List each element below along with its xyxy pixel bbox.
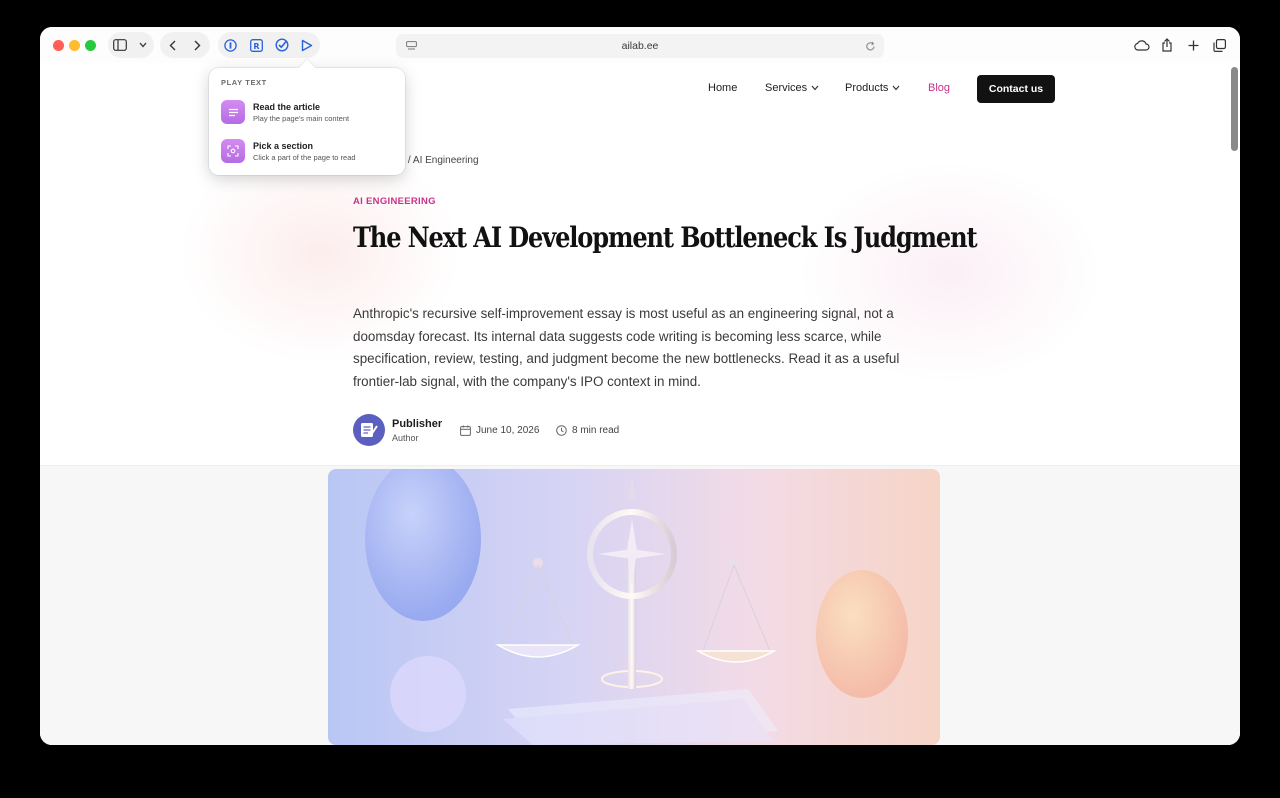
nav-item-home[interactable]: Home: [708, 82, 737, 94]
password-icon[interactable]: [220, 34, 242, 56]
author-name: Publisher: [392, 417, 443, 430]
target-icon: [221, 139, 245, 163]
url-text: ailab.ee: [621, 40, 659, 52]
article-title: The Next AI Development Bottleneck Is Ju…: [353, 221, 978, 254]
breadcrumb[interactable]: og / AI Engineering: [394, 155, 479, 166]
zoom-window-button[interactable]: [85, 40, 96, 51]
scales-of-justice-illustration: [365, 469, 908, 745]
read-time: 8 min read: [556, 425, 619, 436]
option-description: Play the page's main content: [253, 113, 350, 123]
nav-item-products[interactable]: Products: [845, 82, 900, 94]
option-label: Read the article: [253, 101, 321, 112]
navigation-group: [160, 32, 210, 58]
nav-item-blog[interactable]: Blog: [928, 82, 950, 94]
popover-title: PLAY TEXT: [221, 78, 267, 87]
nav-item-services[interactable]: Services: [765, 82, 819, 94]
extensions-group: R: [218, 32, 320, 58]
lines-icon: [221, 100, 245, 124]
tabs-icon[interactable]: [1208, 34, 1230, 56]
sidebar-toggle-group: [108, 32, 154, 58]
author-role: Author: [392, 432, 419, 443]
address-bar[interactable]: ailab.ee: [396, 34, 884, 58]
avatar: [353, 414, 385, 446]
calendar-icon: [460, 425, 471, 436]
hero-image: [328, 469, 940, 745]
option-label: Pick a section: [253, 140, 314, 151]
page-scrollbar[interactable]: [1231, 67, 1238, 151]
toolbar-actions: [1128, 32, 1232, 58]
browser-window: R ailab.ee Home Services Products Blog C…: [40, 27, 1240, 745]
read-time-text: 8 min read: [572, 425, 620, 436]
chevron-down-icon: [811, 85, 819, 91]
author-block[interactable]: Publisher Author: [353, 414, 442, 446]
plus-icon[interactable]: [1182, 34, 1204, 56]
back-icon[interactable]: [162, 34, 184, 56]
reader-icon[interactable]: R: [245, 34, 267, 56]
svg-text:R: R: [253, 41, 259, 50]
play-icon[interactable]: [296, 34, 318, 56]
browser-toolbar: R ailab.ee: [40, 27, 1240, 63]
read-article-option[interactable]: Read the article Play the page's main co…: [221, 99, 393, 125]
play-text-popover: PLAY TEXT Read the article Play the page…: [209, 59, 405, 175]
share-icon[interactable]: [1156, 34, 1178, 56]
nav-item-label: Services: [765, 82, 808, 94]
pick-section-option[interactable]: Pick a section Click a part of the page …: [221, 138, 393, 164]
minimize-window-button[interactable]: [69, 40, 80, 51]
cloud-icon[interactable]: [1130, 34, 1152, 56]
option-description: Click a part of the page to read: [253, 152, 356, 162]
reload-icon[interactable]: [859, 35, 881, 57]
article-category[interactable]: AI ENGINEERING: [353, 196, 436, 207]
chevron-down-icon: [892, 85, 900, 91]
contact-us-button[interactable]: Contact us: [977, 75, 1055, 103]
date-text: June 10, 2026: [476, 425, 540, 436]
nav-item-label: Blog: [928, 82, 951, 94]
check-icon[interactable]: [271, 34, 293, 56]
close-window-button[interactable]: [53, 40, 64, 51]
publish-date: June 10, 2026: [460, 425, 539, 436]
forward-icon[interactable]: [187, 34, 209, 56]
chevron-down-icon[interactable]: [132, 34, 154, 56]
clock-icon: [556, 425, 567, 436]
nav-item-label: Home: [708, 82, 738, 94]
article-excerpt: Anthropic's recursive self-improvement e…: [353, 306, 900, 389]
sidebar-icon[interactable]: [109, 34, 131, 56]
nav-item-label: Products: [845, 82, 889, 94]
